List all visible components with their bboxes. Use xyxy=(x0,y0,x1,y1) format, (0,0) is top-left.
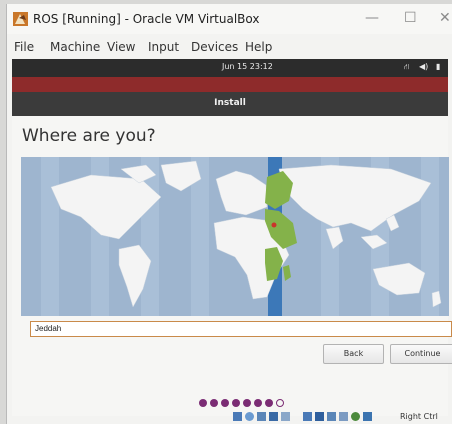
minimize-button[interactable]: — xyxy=(365,10,379,26)
panel-clock[interactable]: Jun 15 23:12 xyxy=(222,62,273,71)
audio-icon[interactable] xyxy=(257,412,266,421)
close-button[interactable]: ✕ xyxy=(439,10,451,26)
red-band xyxy=(12,77,448,92)
window-title: ROS [Running] - Oracle VM VirtualBox xyxy=(33,12,260,26)
host-key-label[interactable]: Right Ctrl xyxy=(400,412,438,421)
location-pin-icon xyxy=(271,222,277,228)
vm-status-bar: Right Ctrl xyxy=(7,410,452,424)
network-icon[interactable]: ⛙ xyxy=(404,62,410,72)
battery-icon[interactable]: ▮ xyxy=(436,62,440,71)
menu-devices[interactable]: Devices xyxy=(191,40,238,54)
cpu-icon[interactable] xyxy=(339,412,348,421)
virtualbox-window: ROS [Running] - Oracle VM VirtualBox — ☐… xyxy=(6,4,452,424)
progress-dot-done xyxy=(221,399,229,407)
page-title: Where are you? xyxy=(22,126,156,146)
install-header: Install xyxy=(12,92,448,116)
hard-disk-icon[interactable] xyxy=(233,412,242,421)
menu-help[interactable]: Help xyxy=(245,40,272,54)
display-icon[interactable] xyxy=(315,412,324,421)
progress-dots xyxy=(199,392,287,411)
world-timezone-map[interactable] xyxy=(21,157,449,316)
maximize-button[interactable]: ☐ xyxy=(404,10,417,26)
progress-dot-done xyxy=(243,399,251,407)
continue-button[interactable]: Continue xyxy=(390,344,452,364)
progress-dot-done xyxy=(254,399,262,407)
menu-bar: File Machine View Input Devices Help xyxy=(7,38,452,58)
location-input[interactable] xyxy=(30,321,452,337)
shared-folders-icon[interactable] xyxy=(303,412,312,421)
menu-view[interactable]: View xyxy=(107,40,135,54)
volume-icon[interactable]: ◀) xyxy=(419,62,428,71)
ubuntu-top-panel: Jun 15 23:12 ⛙ ◀) ▮ xyxy=(12,59,448,77)
keyboard-icon[interactable] xyxy=(363,412,372,421)
network-adapter-icon[interactable] xyxy=(269,412,278,421)
installer-page: Where are you? Jeddah Back Continue xyxy=(12,116,452,416)
video-capture-icon[interactable] xyxy=(327,412,336,421)
progress-dot-done xyxy=(232,399,240,407)
usb-icon[interactable] xyxy=(281,412,290,421)
progress-dot-done xyxy=(210,399,218,407)
menu-file[interactable]: File xyxy=(14,40,34,54)
optical-drive-icon[interactable] xyxy=(245,412,254,421)
mouse-integration-icon[interactable] xyxy=(351,412,360,421)
title-bar: ROS [Running] - Oracle VM VirtualBox — ☐… xyxy=(7,4,452,34)
menu-machine[interactable]: Machine xyxy=(50,40,100,54)
menu-input[interactable]: Input xyxy=(148,40,179,54)
virtualbox-app-icon xyxy=(13,12,28,26)
install-title: Install xyxy=(214,98,246,108)
progress-dot-done xyxy=(265,399,273,407)
progress-dot-pending xyxy=(276,399,284,407)
back-button[interactable]: Back xyxy=(323,344,384,364)
progress-dot-done xyxy=(199,399,207,407)
